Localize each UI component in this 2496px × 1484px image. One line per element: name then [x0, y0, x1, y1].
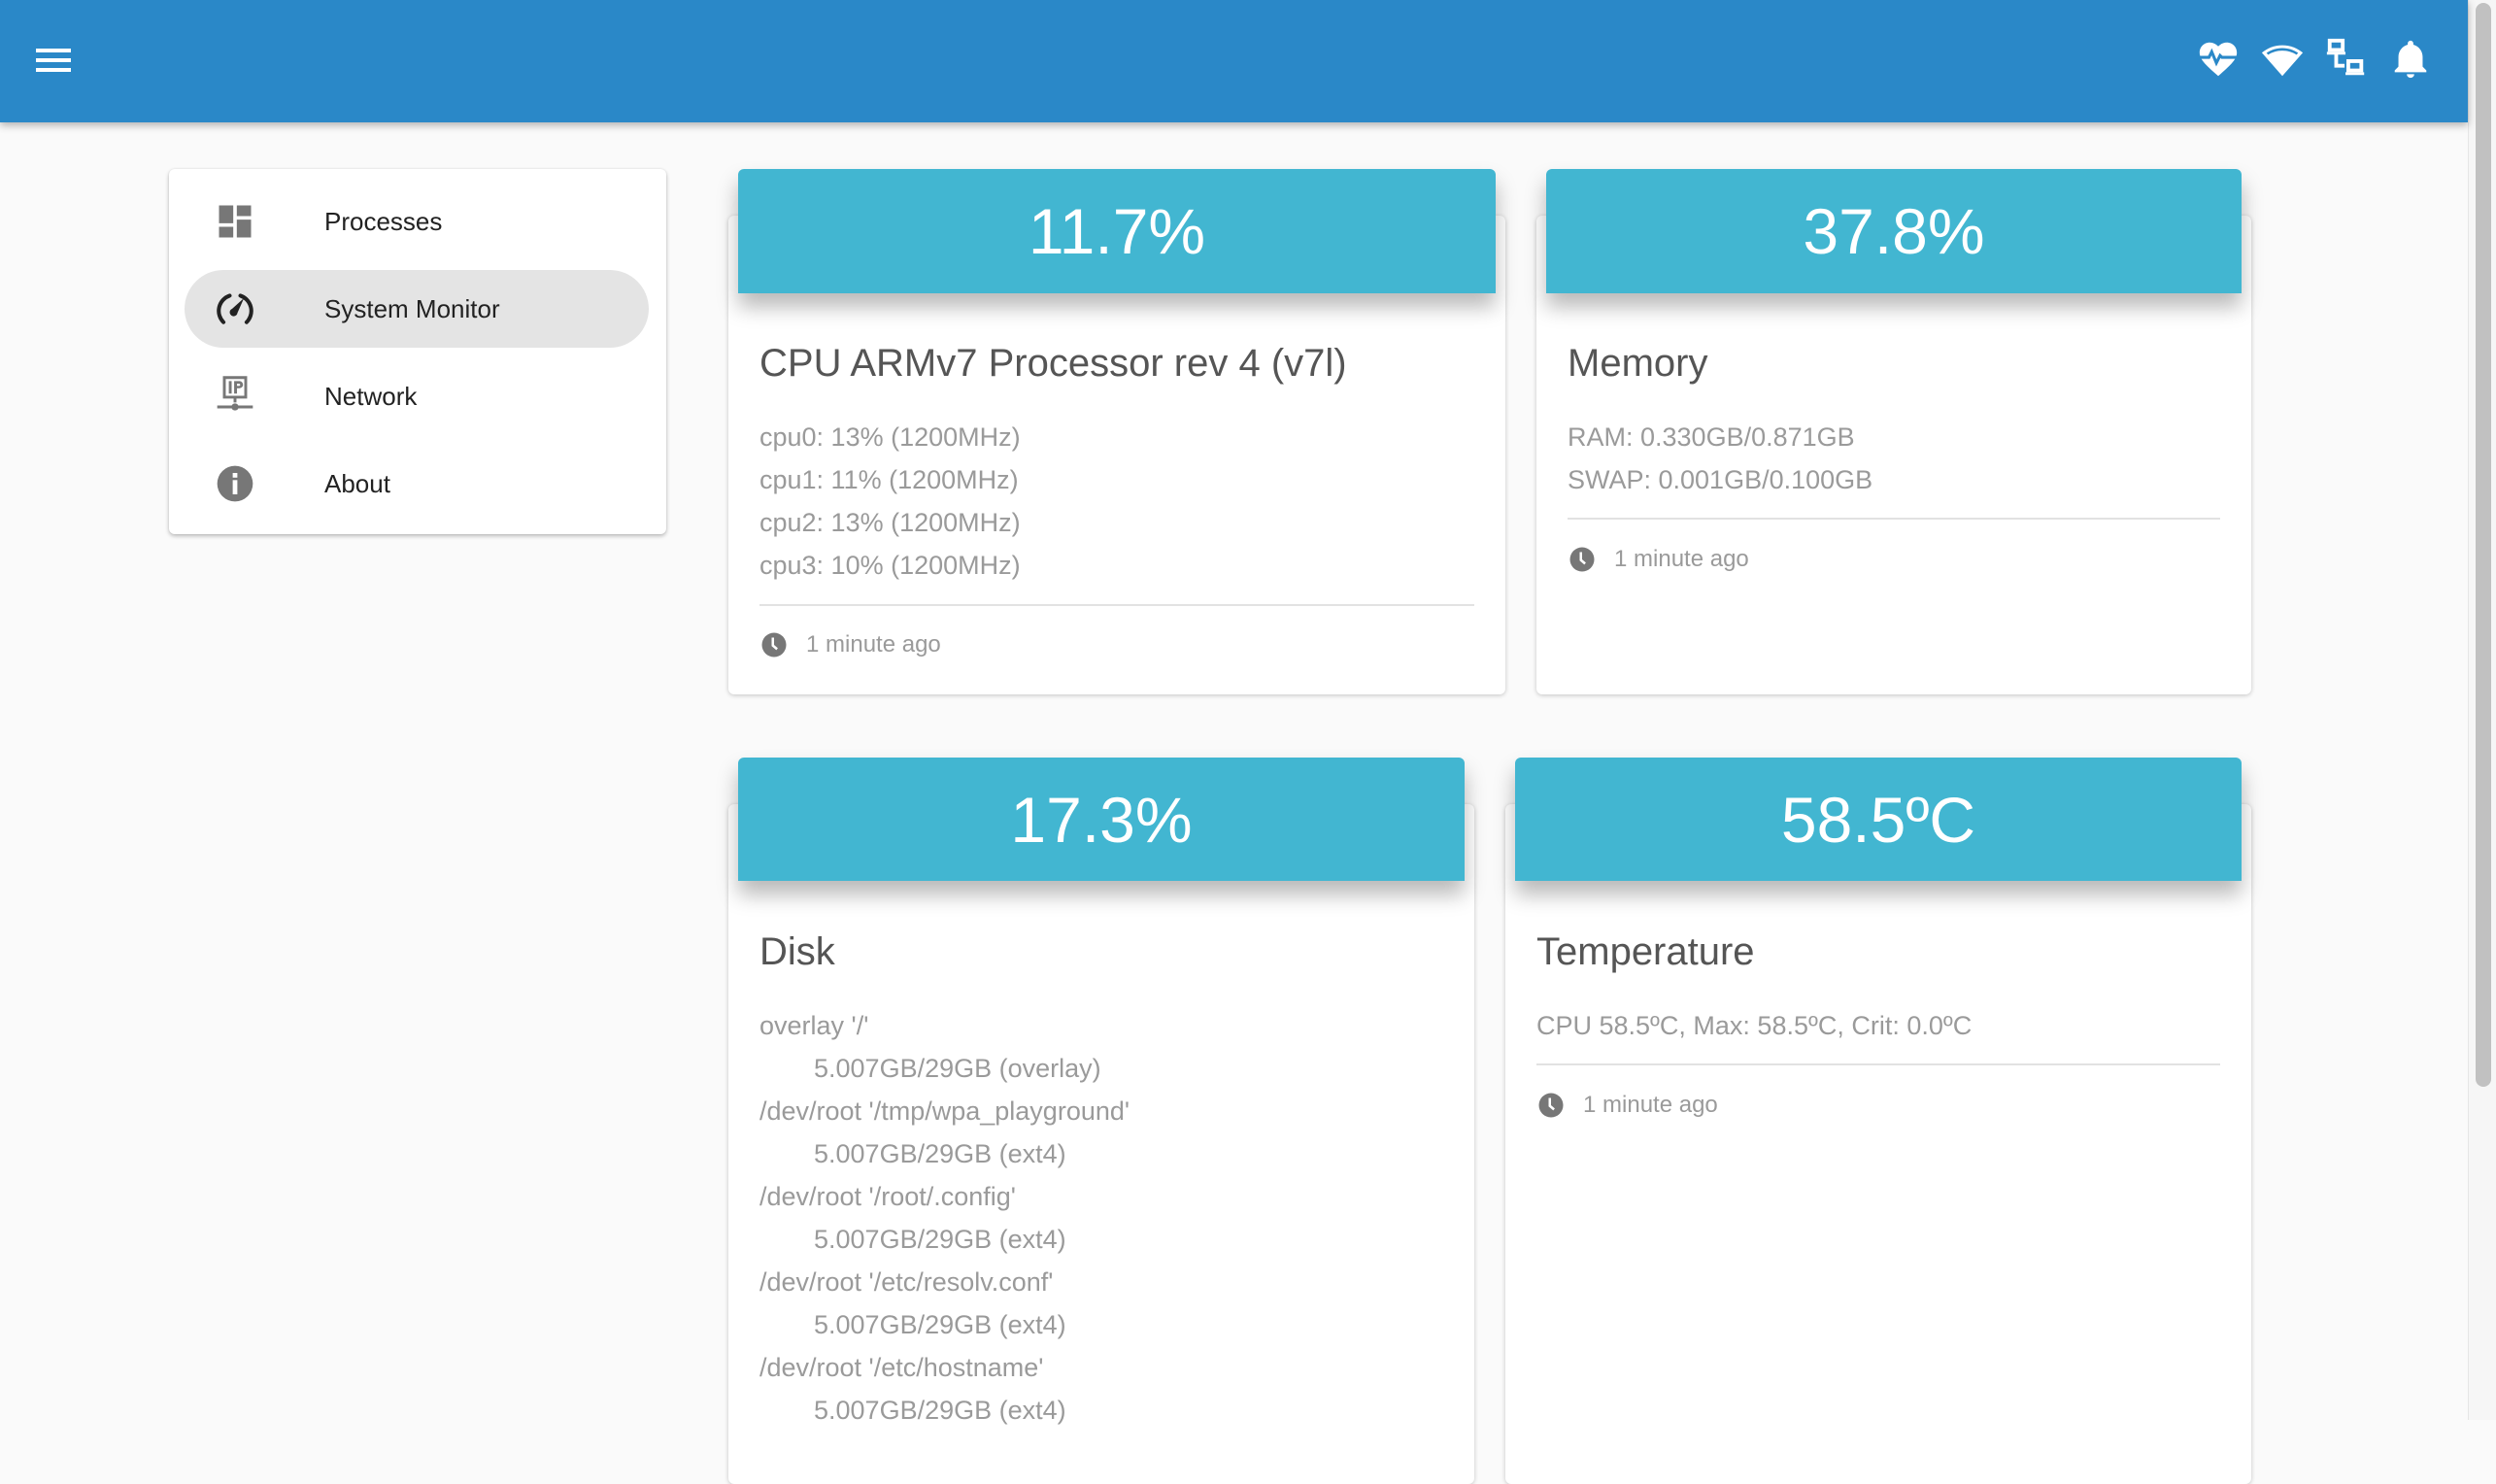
divider: [759, 604, 1474, 606]
disk-mount: /dev/root '/root/.config': [759, 1182, 1016, 1211]
sidebar-item-network[interactable]: Network: [185, 357, 649, 435]
cpu-usage-value: 11.7%: [1028, 195, 1206, 267]
disk-usage-header: 17.3%: [738, 758, 1465, 881]
last-updated: 1 minute ago: [1583, 1092, 1718, 1118]
disk-card: Disk overlay '/' 5.007GB/29GB (overlay) …: [728, 804, 1474, 1484]
swap-line: SWAP: 0.001GB/0.100GB: [1568, 465, 1873, 494]
memory-list: RAM: 0.330GB/0.871GB SWAP: 0.001GB/0.100…: [1568, 416, 1872, 501]
info-icon: [214, 462, 256, 505]
sidebar-item-label: System Monitor: [324, 294, 500, 323]
card-footer: 1 minute ago: [1536, 1090, 1718, 1121]
sidebar-nav: Processes System Monitor Network About: [169, 169, 666, 534]
disk-usage: 5.007GB/29GB (ext4): [814, 1396, 1066, 1425]
memory-usage-value: 37.8%: [1803, 195, 1985, 267]
menu-button[interactable]: [33, 43, 72, 74]
ram-line: RAM: 0.330GB/0.871GB: [1568, 422, 1855, 452]
temperature-header: 58.5ºC: [1515, 758, 2242, 881]
cpu-usage-header: 11.7%: [738, 169, 1496, 293]
network-lan-icon[interactable]: [2324, 37, 2369, 82]
disk-mount: /dev/root '/etc/resolv.conf': [759, 1267, 1054, 1297]
vertical-scrollbar[interactable]: [2468, 0, 2496, 1420]
bell-icon[interactable]: [2388, 37, 2433, 82]
disk-list: overlay '/' 5.007GB/29GB (overlay) /dev/…: [759, 1004, 1130, 1432]
card-footer: 1 minute ago: [1568, 544, 1749, 575]
cpu-core-line: cpu3: 10% (1200MHz): [759, 551, 1021, 580]
temperature-value: 58.5ºC: [1780, 783, 1976, 856]
scrollbar-thumb[interactable]: [2476, 3, 2491, 1087]
last-updated: 1 minute ago: [1614, 546, 1749, 572]
sidebar-item-label: About: [324, 469, 390, 498]
sidebar-item-label: Network: [324, 382, 418, 411]
disk-mount: /dev/root '/tmp/wpa_playground': [759, 1096, 1130, 1126]
disk-mount: /dev/root '/etc/hostname': [759, 1353, 1044, 1382]
sidebar-item-label: Processes: [324, 207, 443, 236]
disk-usage-value: 17.3%: [1010, 783, 1193, 856]
status-icons: [2196, 35, 2433, 84]
temperature-line: CPU 58.5ºC, Max: 58.5ºC, Crit: 0.0ºC: [1536, 1011, 1973, 1040]
sidebar-item-processes[interactable]: Processes: [185, 183, 649, 260]
ip-network-icon: [214, 375, 256, 418]
wifi-icon[interactable]: [2260, 37, 2305, 82]
memory-usage-header: 37.8%: [1546, 169, 2242, 293]
card-title: CPU ARMv7 Processor rev 4 (v7l): [759, 342, 1347, 385]
sidebar-item-system-monitor[interactable]: System Monitor: [185, 270, 649, 348]
app-bar: [0, 0, 2468, 122]
heart-pulse-icon[interactable]: [2196, 37, 2241, 82]
speedometer-icon: [214, 287, 256, 330]
card-title: Temperature: [1536, 930, 1755, 973]
clock-icon: [1569, 547, 1595, 572]
divider: [1536, 1063, 2220, 1065]
clock-icon: [761, 632, 787, 658]
cpu-core-line: cpu1: 11% (1200MHz): [759, 465, 1019, 494]
card-title: Disk: [759, 930, 835, 973]
last-updated: 1 minute ago: [806, 631, 941, 658]
dashboard-icon: [214, 200, 256, 243]
disk-usage: 5.007GB/29GB (ext4): [814, 1225, 1066, 1254]
disk-mount: overlay '/': [759, 1011, 869, 1040]
cpu-core-list: cpu0: 13% (1200MHz) cpu1: 11% (1200MHz) …: [759, 416, 1021, 587]
card-footer: 1 minute ago: [759, 629, 941, 660]
sidebar-item-about[interactable]: About: [185, 445, 649, 523]
card-title: Memory: [1568, 342, 1708, 385]
cpu-core-line: cpu2: 13% (1200MHz): [759, 508, 1021, 537]
disk-usage: 5.007GB/29GB (ext4): [814, 1139, 1066, 1168]
cpu-core-line: cpu0: 13% (1200MHz): [759, 422, 1021, 452]
disk-usage: 5.007GB/29GB (ext4): [814, 1310, 1066, 1339]
divider: [1568, 518, 2220, 520]
disk-usage: 5.007GB/29GB (overlay): [814, 1054, 1101, 1083]
temperature-list: CPU 58.5ºC, Max: 58.5ºC, Crit: 0.0ºC: [1536, 1004, 1972, 1047]
clock-icon: [1538, 1093, 1564, 1118]
temperature-card: Temperature CPU 58.5ºC, Max: 58.5ºC, Cri…: [1505, 804, 2251, 1484]
